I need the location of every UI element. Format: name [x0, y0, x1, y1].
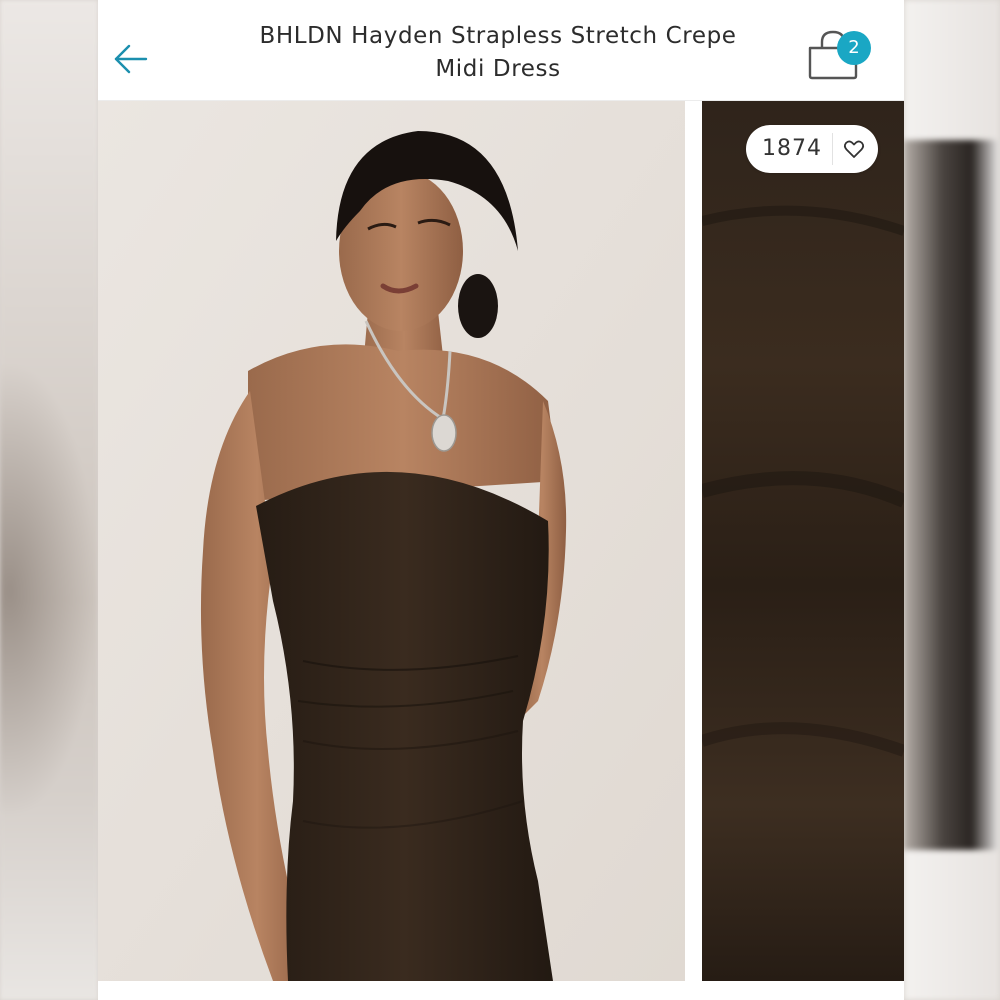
top-nav-bar: BHLDN Hayden Strapless Stretch Crepe Mid… [98, 0, 904, 101]
like-button[interactable]: 1874 [746, 125, 878, 173]
cart-count-badge: 2 [837, 31, 871, 65]
like-count: 1874 [762, 136, 822, 161]
blurred-background-left [0, 0, 98, 1000]
divider [832, 133, 833, 165]
bottom-spacer [98, 981, 904, 1000]
arrow-left-icon [114, 44, 148, 74]
fabric-closeup [702, 101, 904, 981]
product-photo-fabric[interactable] [702, 101, 904, 981]
page-title: BHLDN Hayden Strapless Stretch Crepe Mid… [259, 23, 737, 82]
blurred-background-right [904, 0, 1000, 1000]
heart-outline-icon [843, 140, 865, 158]
model-photo [98, 101, 685, 981]
back-button[interactable] [112, 40, 150, 78]
product-photo-main[interactable] [98, 101, 685, 981]
product-page: BHLDN Hayden Strapless Stretch Crepe Mid… [98, 0, 904, 1000]
